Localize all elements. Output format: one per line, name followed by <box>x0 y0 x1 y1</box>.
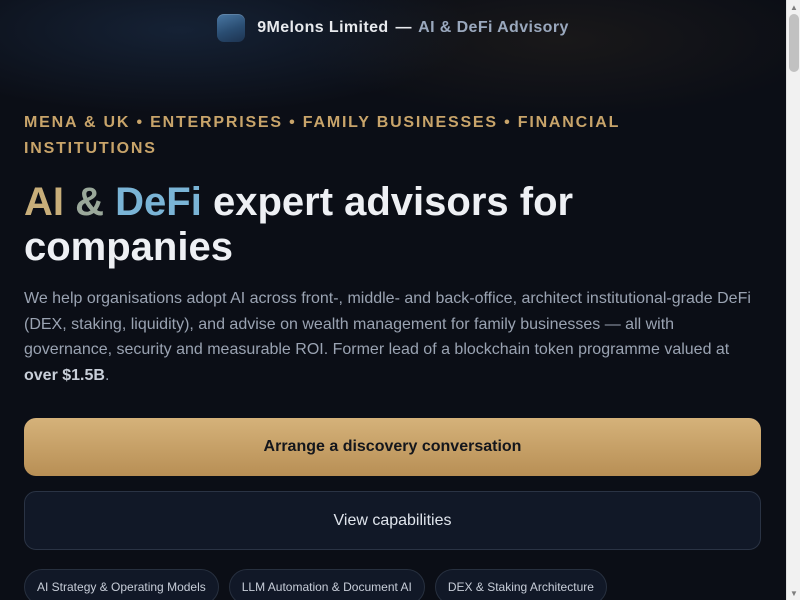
brand-name: 9Melons Limited <box>257 19 389 36</box>
brand-separator: — <box>395 19 412 36</box>
brand-tagline: AI & DeFi Advisory <box>418 19 569 36</box>
brand-title[interactable]: 9Melons Limited — AI & DeFi Advisory <box>257 19 569 37</box>
lead-end: . <box>104 366 110 384</box>
hero-lead: We help organisations adopt AI across fr… <box>24 286 761 388</box>
top-bar: 9Melons Limited — AI & DeFi Advisory <box>0 0 786 56</box>
headline-rest: expert advisors for companies <box>24 180 574 269</box>
headline-ai: AI <box>24 180 64 224</box>
discovery-conversation-button[interactable]: Arrange a discovery conversation <box>24 418 761 477</box>
brand-logo-icon[interactable] <box>217 14 246 42</box>
chip-llm-automation[interactable]: LLM Automation & Document AI <box>228 569 425 600</box>
lead-highlight: over $1.5B <box>24 366 105 384</box>
headline-defi: DeFi <box>115 180 202 224</box>
hero-headline: AI & DeFi expert advisors for companies <box>24 180 624 270</box>
lead-text: We help organisations adopt AI across fr… <box>24 290 751 359</box>
hero-section: MENA & UK • ENTERPRISES • FAMILY BUSINES… <box>24 110 761 600</box>
headline-ampersand: & <box>75 180 105 224</box>
chip-dex-staking[interactable]: DEX & Staking Architecture <box>434 569 607 600</box>
capability-chips: AI Strategy & Operating Models LLM Autom… <box>24 569 761 600</box>
page-viewport: 9Melons Limited — AI & DeFi Advisory MEN… <box>0 0 786 600</box>
scrollbar-thumb[interactable] <box>789 14 799 72</box>
scroll-up-arrow-icon[interactable]: ▲ <box>787 0 800 14</box>
vertical-scrollbar[interactable]: ▲ ▼ <box>786 0 800 600</box>
hero-eyebrow: MENA & UK • ENTERPRISES • FAMILY BUSINES… <box>24 114 620 157</box>
view-capabilities-button[interactable]: View capabilities <box>24 491 761 551</box>
scroll-down-arrow-icon[interactable]: ▼ <box>787 586 800 600</box>
chip-ai-strategy[interactable]: AI Strategy & Operating Models <box>24 569 219 600</box>
